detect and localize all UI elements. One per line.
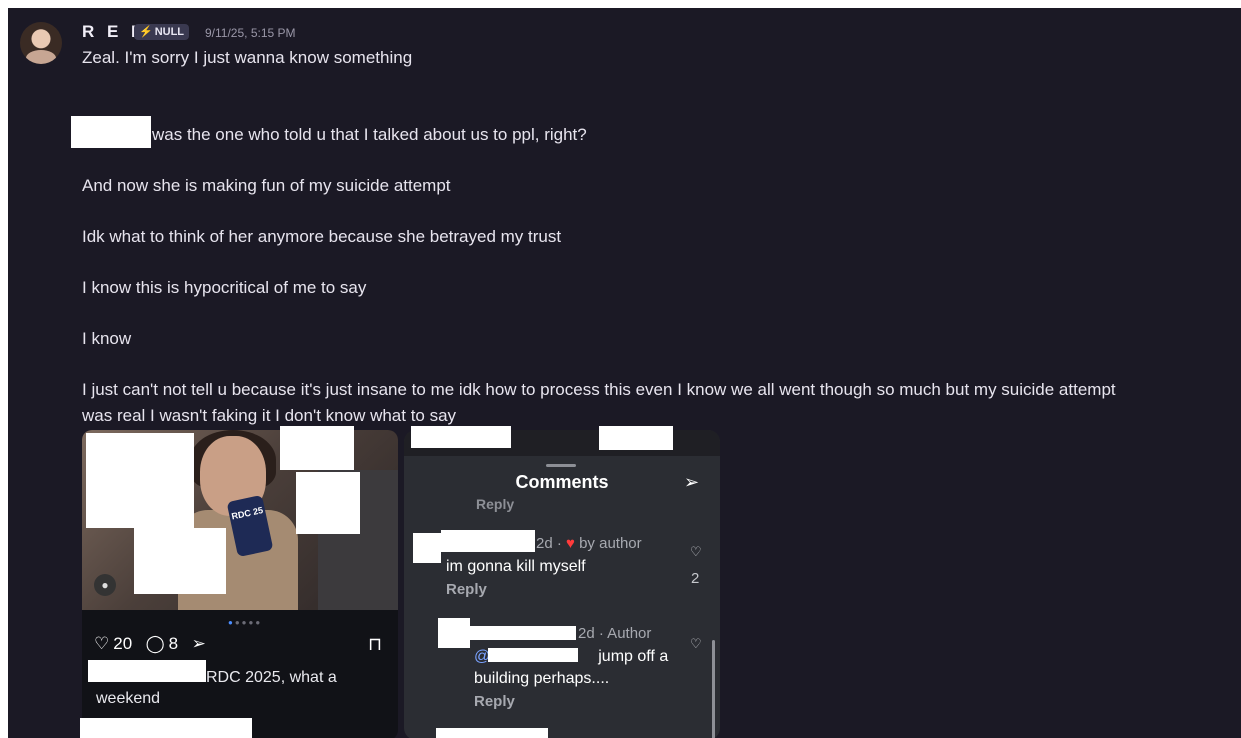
comments-title: Comments — [515, 472, 609, 492]
message-line: Idk what to think of her anymore because… — [82, 227, 562, 246]
timestamp: 9/11/25, 5:15 PM — [205, 26, 296, 40]
redaction-block — [413, 533, 441, 563]
redaction-block — [441, 530, 535, 552]
like-count: 20 — [113, 634, 133, 653]
post-actions: ♡ 20 ◯ 8 ➢ — [94, 634, 210, 654]
caption-text: RDC 2025, what a — [206, 669, 337, 686]
scrollbar[interactable] — [712, 640, 715, 738]
user-tag-icon: ● — [94, 574, 116, 596]
avatar[interactable] — [20, 22, 62, 64]
redaction-block — [411, 426, 511, 448]
message-line: I know this is hypocritical of me to say — [82, 278, 367, 297]
reply-link: Reply — [474, 693, 515, 710]
redaction-block — [599, 426, 673, 450]
like-heart-icon: ♡ — [690, 636, 702, 651]
lightning-icon: ⚡ — [139, 26, 153, 38]
comment-text: im gonna kill myself — [446, 558, 586, 575]
reply-link: Reply — [446, 581, 487, 598]
comment-text-line2: building perhaps.... — [474, 670, 610, 687]
message-line: was real I wasn't faking it I don't know… — [82, 406, 457, 425]
carousel-dots: ●●●●● — [228, 618, 263, 627]
redaction-block — [134, 528, 226, 594]
comment-count: 8 — [168, 634, 179, 653]
message-line: I just can't not tell u because it's jus… — [82, 380, 1116, 399]
send-icon: ➢ — [186, 634, 206, 653]
redaction-block — [470, 626, 576, 640]
message-line: And now she is making fun of my suicide … — [82, 176, 451, 195]
comment-icon: ◯ — [140, 634, 165, 653]
like-heart-icon: ♡ — [690, 544, 702, 559]
badge-label: NULL — [154, 26, 185, 38]
message-line: was the one who told u that I talked abo… — [152, 125, 587, 144]
redaction-block — [438, 618, 470, 648]
message-line: I know — [82, 329, 132, 348]
redaction-block — [71, 116, 151, 148]
comments-screenshot-attachment[interactable]: Comments ➢ Reply 2d · ♥ by author im gon… — [404, 430, 720, 738]
bookmark-icon: ⊓ — [368, 634, 383, 654]
heart-icon: ♥ — [566, 535, 575, 552]
heart-icon: ♡ — [94, 634, 110, 653]
message-line: Zeal. I'm sorry I just wanna know someth… — [82, 48, 413, 67]
caption-text-line2: weekend — [96, 690, 161, 707]
redaction-block — [280, 426, 354, 470]
send-icon: ➢ — [684, 472, 700, 492]
chat-view: R E N ⚡ NULL 9/11/25, 5:15 PM Zeal. I'm s… — [8, 8, 1241, 738]
clipped-reply: Reply — [476, 496, 515, 512]
redaction-block — [296, 472, 360, 534]
redaction-block — [436, 728, 548, 738]
server-tag-badge[interactable]: ⚡ NULL — [134, 24, 190, 40]
like-count: 2 — [691, 570, 700, 587]
comment-meta: 2d · ♥ by author — [536, 535, 642, 552]
redaction-block — [86, 433, 194, 528]
redaction-block — [88, 660, 206, 682]
redaction-block — [80, 718, 252, 738]
redaction-block — [488, 648, 578, 662]
sheet-handle — [546, 464, 576, 467]
comment-meta: 2d · Author — [578, 625, 652, 642]
